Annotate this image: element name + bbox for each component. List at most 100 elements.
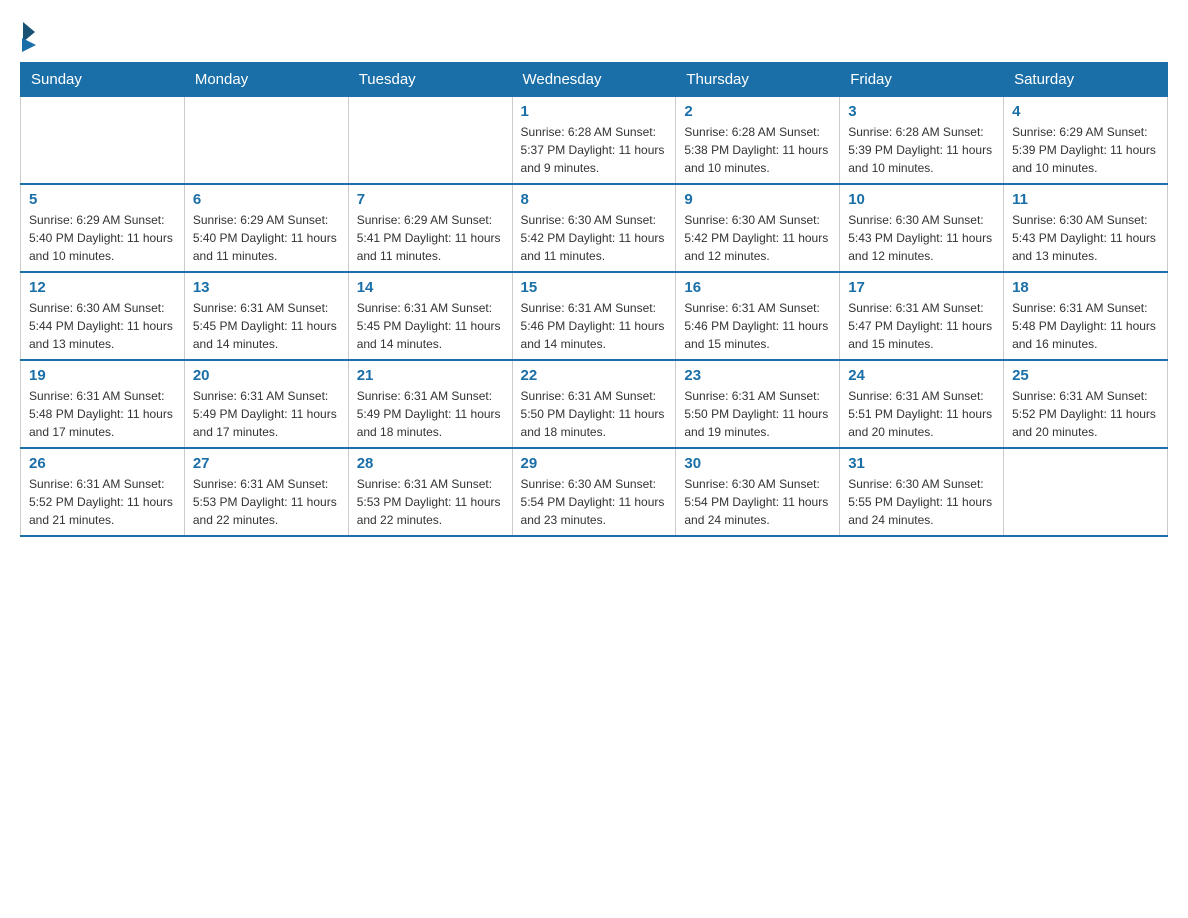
day-info: Sunrise: 6:28 AM Sunset: 5:39 PM Dayligh… bbox=[848, 123, 995, 177]
day-number: 20 bbox=[193, 367, 340, 384]
header-cell-thursday: Thursday bbox=[676, 63, 840, 97]
calendar-table: SundayMondayTuesdayWednesdayThursdayFrid… bbox=[20, 62, 1168, 537]
calendar-header: SundayMondayTuesdayWednesdayThursdayFrid… bbox=[21, 63, 1168, 97]
day-cell bbox=[21, 97, 185, 185]
week-row-5: 26 Sunrise: 6:31 AM Sunset: 5:52 PM Dayli… bbox=[21, 448, 1168, 536]
day-info: Sunrise: 6:31 AM Sunset: 5:52 PM Dayligh… bbox=[29, 475, 176, 529]
day-number: 19 bbox=[29, 367, 176, 384]
day-number: 7 bbox=[357, 191, 504, 208]
day-cell: 27 Sunrise: 6:31 AM Sunset: 5:53 PM Dayli… bbox=[184, 448, 348, 536]
day-cell: 22Sunrise: 6:31 AM Sunset: 5:50 PM Dayli… bbox=[512, 360, 676, 448]
week-row-4: 19 Sunrise: 6:31 AM Sunset: 5:48 PM Dayli… bbox=[21, 360, 1168, 448]
day-info: Sunrise: 6:31 AM Sunset: 5:49 PM Dayligh… bbox=[357, 387, 504, 441]
day-cell bbox=[1004, 448, 1168, 536]
week-row-1: 1 Sunrise: 6:28 AM Sunset: 5:37 PM Daylig… bbox=[21, 97, 1168, 185]
day-info: Sunrise: 6:29 AM Sunset: 5:41 PM Dayligh… bbox=[357, 211, 504, 265]
day-info: Sunrise: 6:30 AM Sunset: 5:54 PM Dayligh… bbox=[521, 475, 668, 529]
header-cell-friday: Friday bbox=[840, 63, 1004, 97]
day-info: Sunrise: 6:31 AM Sunset: 5:48 PM Dayligh… bbox=[29, 387, 176, 441]
day-cell: 1 Sunrise: 6:28 AM Sunset: 5:37 PM Daylig… bbox=[512, 97, 676, 185]
day-cell: 14 Sunrise: 6:31 AM Sunset: 5:45 PM Dayli… bbox=[348, 272, 512, 360]
day-cell: 26 Sunrise: 6:31 AM Sunset: 5:52 PM Dayli… bbox=[21, 448, 185, 536]
day-info: Sunrise: 6:30 AM Sunset: 5:44 PM Dayligh… bbox=[29, 299, 176, 353]
day-number: 12 bbox=[29, 279, 176, 296]
day-info: Sunrise: 6:30 AM Sunset: 5:43 PM Dayligh… bbox=[1012, 211, 1159, 265]
day-number: 15 bbox=[521, 279, 668, 296]
day-cell: 4Sunrise: 6:29 AM Sunset: 5:39 PM Daylig… bbox=[1004, 97, 1168, 185]
day-info: Sunrise: 6:31 AM Sunset: 5:46 PM Dayligh… bbox=[521, 299, 668, 353]
day-number: 22 bbox=[521, 367, 668, 384]
day-info: Sunrise: 6:31 AM Sunset: 5:51 PM Dayligh… bbox=[848, 387, 995, 441]
day-info: Sunrise: 6:31 AM Sunset: 5:47 PM Dayligh… bbox=[848, 299, 995, 353]
day-cell: 2Sunrise: 6:28 AM Sunset: 5:38 PM Daylig… bbox=[676, 97, 840, 185]
day-info: Sunrise: 6:29 AM Sunset: 5:40 PM Dayligh… bbox=[193, 211, 340, 265]
day-number: 10 bbox=[848, 191, 995, 208]
day-number: 3 bbox=[848, 103, 995, 120]
day-cell: 21 Sunrise: 6:31 AM Sunset: 5:49 PM Dayli… bbox=[348, 360, 512, 448]
day-cell: 11 Sunrise: 6:30 AM Sunset: 5:43 PM Dayli… bbox=[1004, 184, 1168, 272]
day-cell: 17 Sunrise: 6:31 AM Sunset: 5:47 PM Dayli… bbox=[840, 272, 1004, 360]
day-cell: 9 Sunrise: 6:30 AM Sunset: 5:42 PM Daylig… bbox=[676, 184, 840, 272]
page-header bbox=[20, 20, 1168, 52]
day-number: 30 bbox=[684, 455, 831, 472]
week-row-3: 12 Sunrise: 6:30 AM Sunset: 5:44 PM Dayli… bbox=[21, 272, 1168, 360]
day-cell: 28Sunrise: 6:31 AM Sunset: 5:53 PM Dayli… bbox=[348, 448, 512, 536]
day-info: Sunrise: 6:30 AM Sunset: 5:43 PM Dayligh… bbox=[848, 211, 995, 265]
day-info: Sunrise: 6:31 AM Sunset: 5:46 PM Dayligh… bbox=[684, 299, 831, 353]
day-cell: 15 Sunrise: 6:31 AM Sunset: 5:46 PM Dayli… bbox=[512, 272, 676, 360]
header-row: SundayMondayTuesdayWednesdayThursdayFrid… bbox=[21, 63, 1168, 97]
day-cell: 31Sunrise: 6:30 AM Sunset: 5:55 PM Dayli… bbox=[840, 448, 1004, 536]
day-number: 6 bbox=[193, 191, 340, 208]
day-cell: 18 Sunrise: 6:31 AM Sunset: 5:48 PM Dayli… bbox=[1004, 272, 1168, 360]
day-cell: 19 Sunrise: 6:31 AM Sunset: 5:48 PM Dayli… bbox=[21, 360, 185, 448]
day-number: 17 bbox=[848, 279, 995, 296]
day-info: Sunrise: 6:31 AM Sunset: 5:50 PM Dayligh… bbox=[684, 387, 831, 441]
day-number: 25 bbox=[1012, 367, 1159, 384]
day-number: 23 bbox=[684, 367, 831, 384]
day-info: Sunrise: 6:31 AM Sunset: 5:45 PM Dayligh… bbox=[193, 299, 340, 353]
day-cell: 6 Sunrise: 6:29 AM Sunset: 5:40 PM Daylig… bbox=[184, 184, 348, 272]
day-number: 8 bbox=[521, 191, 668, 208]
day-number: 4 bbox=[1012, 103, 1159, 120]
week-row-2: 5 Sunrise: 6:29 AM Sunset: 5:40 PM Daylig… bbox=[21, 184, 1168, 272]
day-number: 31 bbox=[848, 455, 995, 472]
day-number: 18 bbox=[1012, 279, 1159, 296]
day-info: Sunrise: 6:31 AM Sunset: 5:53 PM Dayligh… bbox=[193, 475, 340, 529]
day-cell: 25Sunrise: 6:31 AM Sunset: 5:52 PM Dayli… bbox=[1004, 360, 1168, 448]
day-cell bbox=[184, 97, 348, 185]
day-cell: 3 Sunrise: 6:28 AM Sunset: 5:39 PM Daylig… bbox=[840, 97, 1004, 185]
day-number: 24 bbox=[848, 367, 995, 384]
day-number: 2 bbox=[684, 103, 831, 120]
day-cell: 23 Sunrise: 6:31 AM Sunset: 5:50 PM Dayli… bbox=[676, 360, 840, 448]
header-cell-saturday: Saturday bbox=[1004, 63, 1168, 97]
header-cell-monday: Monday bbox=[184, 63, 348, 97]
day-number: 28 bbox=[357, 455, 504, 472]
day-number: 13 bbox=[193, 279, 340, 296]
day-cell: 5 Sunrise: 6:29 AM Sunset: 5:40 PM Daylig… bbox=[21, 184, 185, 272]
header-cell-tuesday: Tuesday bbox=[348, 63, 512, 97]
day-cell: 16 Sunrise: 6:31 AM Sunset: 5:46 PM Dayli… bbox=[676, 272, 840, 360]
day-number: 16 bbox=[684, 279, 831, 296]
day-info: Sunrise: 6:29 AM Sunset: 5:40 PM Dayligh… bbox=[29, 211, 176, 265]
day-number: 26 bbox=[29, 455, 176, 472]
day-cell bbox=[348, 97, 512, 185]
day-number: 21 bbox=[357, 367, 504, 384]
day-number: 11 bbox=[1012, 191, 1159, 208]
day-cell: 13 Sunrise: 6:31 AM Sunset: 5:45 PM Dayli… bbox=[184, 272, 348, 360]
logo bbox=[20, 20, 42, 52]
day-cell: 12 Sunrise: 6:30 AM Sunset: 5:44 PM Dayli… bbox=[21, 272, 185, 360]
day-number: 9 bbox=[684, 191, 831, 208]
day-number: 1 bbox=[521, 103, 668, 120]
day-number: 27 bbox=[193, 455, 340, 472]
day-info: Sunrise: 6:30 AM Sunset: 5:42 PM Dayligh… bbox=[521, 211, 668, 265]
day-number: 29 bbox=[521, 455, 668, 472]
day-number: 14 bbox=[357, 279, 504, 296]
day-info: Sunrise: 6:31 AM Sunset: 5:49 PM Dayligh… bbox=[193, 387, 340, 441]
day-info: Sunrise: 6:31 AM Sunset: 5:48 PM Dayligh… bbox=[1012, 299, 1159, 353]
day-info: Sunrise: 6:30 AM Sunset: 5:42 PM Dayligh… bbox=[684, 211, 831, 265]
day-cell: 30Sunrise: 6:30 AM Sunset: 5:54 PM Dayli… bbox=[676, 448, 840, 536]
day-number: 5 bbox=[29, 191, 176, 208]
day-cell: 24 Sunrise: 6:31 AM Sunset: 5:51 PM Dayli… bbox=[840, 360, 1004, 448]
day-info: Sunrise: 6:28 AM Sunset: 5:37 PM Dayligh… bbox=[521, 123, 668, 177]
day-info: Sunrise: 6:31 AM Sunset: 5:45 PM Dayligh… bbox=[357, 299, 504, 353]
